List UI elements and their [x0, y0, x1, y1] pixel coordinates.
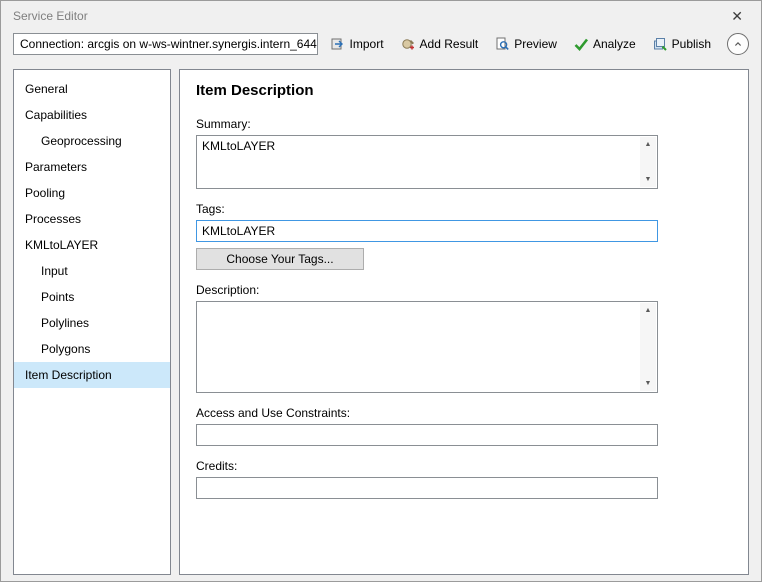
close-icon[interactable]: ✕ [723, 6, 751, 27]
sidebar: General Capabilities Geoprocessing Param… [13, 69, 171, 575]
description-scrollbar[interactable]: ▲ ▼ [640, 303, 656, 391]
scroll-up-icon[interactable]: ▲ [645, 303, 652, 318]
sidebar-item-polylines[interactable]: Polylines [14, 310, 170, 336]
credits-input[interactable] [196, 477, 658, 499]
preview-icon [494, 36, 510, 52]
toolbar: Connection: arcgis on w-ws-wintner.syner… [1, 31, 761, 63]
summary-label: Summary: [196, 117, 732, 131]
tags-input[interactable] [196, 220, 658, 242]
analyze-icon [573, 36, 589, 52]
sidebar-item-pooling[interactable]: Pooling [14, 180, 170, 206]
add-result-button[interactable]: Add Result [400, 36, 479, 52]
sidebar-item-polygons[interactable]: Polygons [14, 336, 170, 362]
choose-your-tags-button[interactable]: Choose Your Tags... [196, 248, 364, 270]
description-field-wrap: ▲ ▼ [196, 301, 658, 393]
page-title: Item Description [196, 82, 732, 99]
collapse-toolbar-button[interactable] [727, 33, 749, 55]
import-icon [330, 36, 346, 52]
chevron-up-icon [732, 38, 744, 50]
window-title: Service Editor [13, 9, 723, 23]
content-area: General Capabilities Geoprocessing Param… [13, 69, 749, 575]
description-label: Description: [196, 283, 732, 297]
scroll-up-icon[interactable]: ▲ [645, 137, 652, 152]
add-result-label: Add Result [420, 37, 479, 51]
sidebar-item-input[interactable]: Input [14, 258, 170, 284]
access-constraints-label: Access and Use Constraints: [196, 406, 732, 420]
preview-button[interactable]: Preview [494, 36, 557, 52]
summary-textarea[interactable]: KMLtoLAYER [197, 136, 657, 188]
add-result-icon [400, 36, 416, 52]
titlebar: Service Editor ✕ [1, 1, 761, 31]
import-label: Import [350, 37, 384, 51]
scroll-down-icon[interactable]: ▼ [645, 172, 652, 187]
sidebar-item-parameters[interactable]: Parameters [14, 154, 170, 180]
toolbar-buttons: Import Add Result Preview Analyze Publis… [330, 33, 749, 55]
publish-label: Publish [672, 37, 711, 51]
access-constraints-input[interactable] [196, 424, 658, 446]
preview-label: Preview [514, 37, 557, 51]
sidebar-item-geoprocessing[interactable]: Geoprocessing [14, 128, 170, 154]
sidebar-item-kmltolayer[interactable]: KMLtoLAYER [14, 232, 170, 258]
summary-scrollbar[interactable]: ▲ ▼ [640, 137, 656, 187]
description-textarea[interactable] [197, 302, 657, 392]
import-button[interactable]: Import [330, 36, 384, 52]
sidebar-item-item-description[interactable]: Item Description [14, 362, 170, 388]
sidebar-item-capabilities[interactable]: Capabilities [14, 102, 170, 128]
tags-label: Tags: [196, 202, 732, 216]
sidebar-item-points[interactable]: Points [14, 284, 170, 310]
connection-dropdown[interactable]: Connection: arcgis on w-ws-wintner.syner… [13, 33, 318, 55]
main-panel: Item Description Summary: KMLtoLAYER ▲ ▼… [179, 69, 749, 575]
publish-icon [652, 36, 668, 52]
credits-label: Credits: [196, 459, 732, 473]
summary-field-wrap: KMLtoLAYER ▲ ▼ [196, 135, 658, 189]
sidebar-item-general[interactable]: General [14, 76, 170, 102]
analyze-label: Analyze [593, 37, 636, 51]
scroll-down-icon[interactable]: ▼ [645, 376, 652, 391]
service-editor-window: { "window": { "title": "Service Editor",… [0, 0, 762, 582]
analyze-button[interactable]: Analyze [573, 36, 636, 52]
publish-button[interactable]: Publish [652, 36, 711, 52]
sidebar-item-processes[interactable]: Processes [14, 206, 170, 232]
